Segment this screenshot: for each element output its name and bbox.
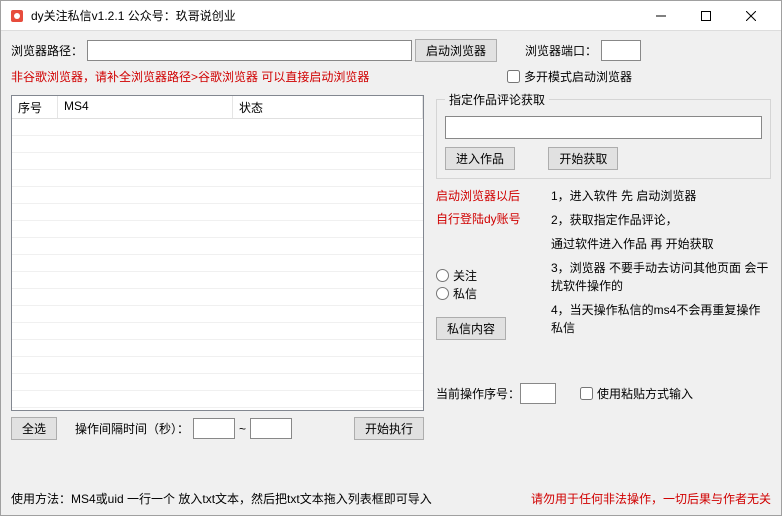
browser-port-input[interactable]: [601, 40, 641, 61]
data-table[interactable]: 序号 MS4 状态: [11, 95, 424, 411]
current-index-label: 当前操作序号：: [436, 385, 520, 402]
select-all-button[interactable]: 全选: [11, 417, 57, 440]
interval-min-input[interactable]: [193, 418, 235, 439]
table-row[interactable]: [12, 306, 423, 323]
table-row[interactable]: [12, 170, 423, 187]
table-row[interactable]: [12, 238, 423, 255]
dm-content-button[interactable]: 私信内容: [436, 317, 506, 340]
current-index-input[interactable]: [520, 383, 556, 404]
radio-dm[interactable]: 私信: [436, 285, 477, 302]
window-title: dy关注私信v1.2.1 公众号：玖哥说创业: [31, 7, 638, 24]
table-row[interactable]: [12, 221, 423, 238]
start-fetch-button[interactable]: 开始获取: [548, 147, 618, 170]
step-3: 3，浏览器 不要手动去访问其他页面 会干扰软件操作的: [551, 259, 771, 295]
maximize-button[interactable]: [683, 1, 728, 30]
enter-work-button[interactable]: 进入作品: [445, 147, 515, 170]
interval-label: 操作间隔时间（秒）：: [75, 420, 189, 437]
app-icon: [9, 8, 25, 24]
table-row[interactable]: [12, 340, 423, 357]
table-row[interactable]: [12, 153, 423, 170]
multi-open-input[interactable]: [507, 70, 520, 83]
step-2b: 通过软件进入作品 再 开始获取: [551, 235, 771, 253]
radio-follow[interactable]: 关注: [436, 267, 477, 284]
start-exec-button[interactable]: 开始执行: [354, 417, 424, 440]
minimize-button[interactable]: [638, 1, 683, 30]
table-row[interactable]: [12, 136, 423, 153]
table-row[interactable]: [12, 357, 423, 374]
titlebar: dy关注私信v1.2.1 公众号：玖哥说创业: [1, 1, 781, 31]
table-row[interactable]: [12, 391, 423, 408]
table-header: 序号 MS4 状态: [12, 96, 423, 119]
login-note2: 自行登陆dy账号: [436, 210, 541, 227]
browser-path-label: 浏览器路径：: [11, 42, 83, 59]
paste-mode-input[interactable]: [580, 387, 593, 400]
close-button[interactable]: [728, 1, 773, 30]
app-window: dy关注私信v1.2.1 公众号：玖哥说创业 浏览器路径： 启动浏览器 浏览器端…: [0, 0, 782, 516]
browser-port-label: 浏览器端口：: [525, 42, 597, 59]
comment-url-input[interactable]: [445, 116, 762, 139]
table-row[interactable]: [12, 204, 423, 221]
comment-legend: 指定作品评论获取: [445, 91, 549, 108]
warning-text: 请勿用于任何非法操作，一切后果与作者无关: [531, 490, 771, 507]
table-row[interactable]: [12, 272, 423, 289]
col-index: 序号: [12, 96, 58, 118]
table-row[interactable]: [12, 374, 423, 391]
paste-mode-checkbox[interactable]: 使用粘贴方式输入: [580, 385, 693, 402]
multi-open-checkbox[interactable]: 多开模式启动浏览器: [507, 68, 632, 85]
table-row[interactable]: [12, 323, 423, 340]
multi-open-label: 多开模式启动浏览器: [524, 68, 632, 85]
table-row[interactable]: [12, 289, 423, 306]
usage-text: 使用方法：MS4或uid 一行一个 放入txt文本，然后把txt文本拖入列表框即…: [11, 490, 432, 507]
browser-path-input[interactable]: [87, 40, 412, 61]
interval-dash: ~: [239, 422, 246, 436]
comment-fieldset: 指定作品评论获取 进入作品 开始获取: [436, 91, 771, 179]
interval-max-input[interactable]: [250, 418, 292, 439]
table-row[interactable]: [12, 119, 423, 136]
start-browser-button[interactable]: 启动浏览器: [415, 39, 497, 62]
step-1: 1，进入软件 先 启动浏览器: [551, 187, 771, 205]
table-body[interactable]: [12, 119, 423, 411]
table-row[interactable]: [12, 255, 423, 272]
table-row[interactable]: [12, 187, 423, 204]
step-2: 2，获取指定作品评论，: [551, 211, 771, 229]
login-note1: 启动浏览器以后: [436, 187, 541, 204]
col-status: 状态: [233, 96, 423, 118]
step-4: 4，当天操作私信的ms4不会再重复操作私信: [551, 301, 771, 337]
browser-hint-text: 非谷歌浏览器，请补全浏览器路径>谷歌浏览器 可以直接启动浏览器: [11, 68, 441, 85]
col-ms4: MS4: [58, 96, 233, 118]
